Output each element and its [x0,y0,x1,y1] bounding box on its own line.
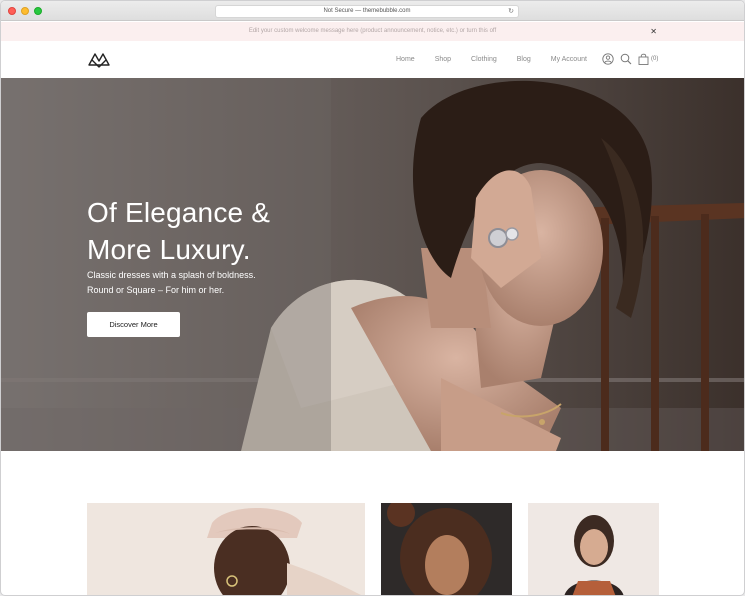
cart-icon[interactable] [638,53,649,65]
card-2-image [381,503,512,595]
account-icon[interactable] [602,53,614,65]
hero-title: Of Elegance & More Luxury. [87,194,270,268]
nav-clothing[interactable]: Clothing [471,56,497,63]
reload-icon[interactable]: ↻ [508,6,514,17]
browser-toolbar: Not Secure — themebubble.com ↻ [1,1,744,21]
card-1-image [87,503,365,595]
nav-shop[interactable]: Shop [435,56,451,63]
site-header: Home Shop Clothing Blog My Account (0) [1,41,744,78]
category-card-1[interactable] [87,503,365,595]
maximize-window-button[interactable] [34,7,42,15]
hero-subtitle: Classic dresses with a splash of boldnes… [87,268,256,298]
nav-my-account[interactable]: My Account [551,56,587,63]
hero-title-line-2: More Luxury. [87,234,251,265]
close-window-button[interactable] [8,7,16,15]
nav-home[interactable]: Home [396,56,415,63]
nav-blog[interactable]: Blog [517,56,531,63]
announcement-bar: Edit your custom welcome message here (p… [1,22,744,41]
minimize-window-button[interactable] [21,7,29,15]
card-3-image [528,503,659,595]
discover-more-button[interactable]: Discover More [87,312,180,337]
search-icon[interactable] [620,53,632,65]
address-url: Not Secure — themebubble.com [323,8,411,14]
address-bar[interactable]: Not Secure — themebubble.com ↻ [215,5,519,18]
cart-count[interactable]: (0) [651,56,658,62]
hero-banner: Of Elegance & More Luxury. Classic dress… [1,78,744,451]
window-controls [8,7,42,15]
browser-window: Not Secure — themebubble.com ↻ Edit your… [0,0,745,596]
header-icons: (0) [602,53,658,65]
category-card-3[interactable] [528,503,659,595]
hero-subtitle-line-2: Round or Square – For him or her. [87,285,225,295]
main-nav: Home Shop Clothing Blog My Account [396,41,607,78]
close-icon[interactable]: ✕ [650,22,657,41]
logo-icon[interactable] [87,51,111,68]
hero-subtitle-line-1: Classic dresses with a splash of boldnes… [87,270,256,280]
hero-title-line-1: Of Elegance & [87,197,271,228]
announcement-text: Edit your custom welcome message here (p… [248,28,497,34]
category-card-2[interactable] [381,503,512,595]
